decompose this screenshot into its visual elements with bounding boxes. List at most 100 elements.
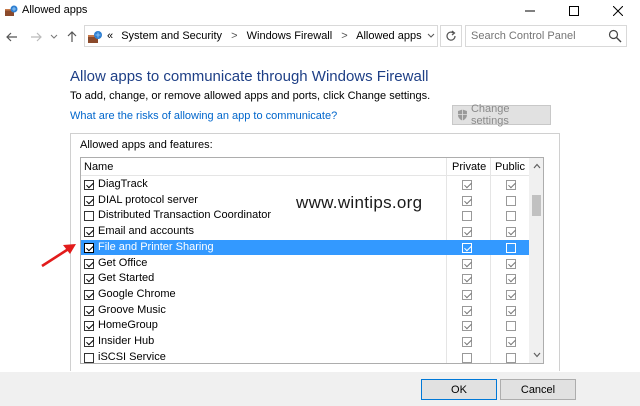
table-row[interactable]: Email and accounts (81, 224, 529, 240)
page-description: To add, change, or remove allowed apps a… (70, 90, 431, 102)
search-input[interactable] (466, 26, 606, 46)
private-checkbox[interactable] (462, 211, 472, 222)
chevron-down-icon (427, 33, 435, 38)
scroll-up-button[interactable] (529, 159, 543, 173)
app-enabled-checkbox[interactable] (84, 289, 94, 300)
app-enabled-checkbox[interactable] (84, 180, 94, 190)
maximize-button[interactable] (552, 0, 596, 22)
watermark: www.wintips.org (296, 193, 423, 212)
table-row[interactable]: HomeGroup (81, 318, 529, 334)
private-checkbox[interactable] (462, 321, 472, 332)
risks-link[interactable]: What are the risks of allowing an app to… (70, 110, 337, 122)
public-checkbox[interactable] (506, 211, 516, 222)
breadcrumb-separator[interactable]: > (231, 30, 237, 42)
table-row[interactable]: Groove Music (81, 303, 529, 319)
column-header-name[interactable]: Name (84, 161, 113, 173)
app-enabled-checkbox[interactable] (84, 242, 94, 253)
app-name: HomeGroup (98, 319, 158, 332)
app-enabled-checkbox[interactable] (84, 227, 94, 238)
ok-button[interactable]: OK (421, 379, 497, 400)
minimize-button[interactable] (508, 0, 552, 22)
private-checkbox[interactable] (462, 352, 472, 363)
allowed-apps-label: Allowed apps and features: (80, 139, 213, 151)
breadcrumb-separator[interactable]: > (341, 30, 347, 42)
table-row[interactable]: DiagTrack (81, 177, 529, 193)
column-header-public[interactable]: Public (495, 161, 525, 173)
private-checkbox[interactable] (462, 227, 472, 238)
table-row[interactable]: iSCSI Service (81, 350, 529, 363)
app-enabled-checkbox[interactable] (84, 195, 94, 206)
address-history-button[interactable] (423, 25, 439, 47)
public-checkbox[interactable] (506, 289, 516, 300)
app-name: Google Chrome (98, 287, 176, 300)
breadcrumb-overflow[interactable]: « (107, 30, 113, 42)
public-checkbox[interactable] (506, 258, 516, 269)
maximize-icon (569, 6, 579, 16)
public-checkbox[interactable] (506, 195, 516, 206)
annotation-arrow-icon (41, 244, 76, 268)
private-checkbox[interactable] (462, 274, 472, 285)
up-button[interactable] (64, 29, 80, 45)
public-checkbox[interactable] (506, 180, 516, 190)
private-checkbox[interactable] (462, 305, 472, 316)
scrollbar-thumb[interactable] (532, 195, 541, 216)
forward-button[interactable] (28, 29, 44, 45)
close-button[interactable] (596, 0, 640, 22)
search-box[interactable] (465, 25, 627, 47)
private-checkbox[interactable] (462, 337, 472, 347)
table-row[interactable]: File and Printer Sharing (81, 239, 529, 256)
page-title: Allow apps to communicate through Window… (70, 68, 429, 85)
app-enabled-checkbox[interactable] (84, 337, 94, 347)
app-name: Get Started (98, 272, 155, 285)
app-name: Distributed Transaction Coordinator (98, 209, 272, 222)
refresh-button[interactable] (440, 25, 462, 47)
address-bar[interactable]: « System and Security > Windows Firewall… (84, 25, 438, 47)
public-checkbox[interactable] (506, 305, 516, 316)
chevron-down-icon (50, 34, 58, 39)
app-name: DIAL protocol server (98, 193, 198, 206)
private-checkbox[interactable] (462, 180, 472, 190)
list-header: Name Private Public (81, 158, 529, 176)
breadcrumb-allowed-apps[interactable]: Allowed apps (356, 30, 421, 42)
private-checkbox[interactable] (462, 195, 472, 206)
breadcrumb-windows-firewall[interactable]: Windows Firewall (247, 30, 333, 42)
table-row[interactable]: Google Chrome (81, 287, 529, 303)
app-name: Get Office (98, 256, 148, 269)
vertical-scrollbar[interactable] (529, 158, 543, 363)
back-button[interactable] (4, 29, 20, 45)
table-row[interactable]: Get Started (81, 271, 529, 287)
app-enabled-checkbox[interactable] (84, 211, 94, 222)
private-checkbox[interactable] (462, 258, 472, 269)
scroll-down-button[interactable] (529, 348, 543, 362)
app-name: iSCSI Service (98, 350, 166, 363)
private-checkbox[interactable] (462, 289, 472, 300)
public-checkbox[interactable] (506, 321, 516, 332)
app-name: Groove Music (98, 303, 166, 316)
public-checkbox[interactable] (506, 274, 516, 285)
public-checkbox[interactable] (506, 242, 516, 253)
column-header-private[interactable]: Private (452, 161, 486, 173)
private-checkbox[interactable] (462, 242, 472, 253)
allowed-apps-list[interactable]: Name Private Public DiagTrack DIAL protoc… (80, 157, 544, 364)
app-enabled-checkbox[interactable] (84, 258, 94, 269)
up-arrow-icon (67, 31, 77, 42)
app-enabled-checkbox[interactable] (84, 352, 94, 363)
table-row[interactable]: Insider Hub (81, 334, 529, 350)
app-enabled-checkbox[interactable] (84, 321, 94, 332)
public-checkbox[interactable] (506, 352, 516, 363)
table-row[interactable]: Get Office (81, 256, 529, 272)
app-enabled-checkbox[interactable] (84, 274, 94, 285)
window-title: Allowed apps (22, 4, 88, 16)
breadcrumb: « System and Security > Windows Firewall… (107, 30, 422, 42)
public-checkbox[interactable] (506, 227, 516, 238)
change-settings-button[interactable]: Change settings (452, 103, 551, 127)
search-icon[interactable] (608, 29, 622, 43)
app-enabled-checkbox[interactable] (84, 305, 94, 316)
chevron-down-icon (533, 352, 540, 358)
title-bar: Allowed apps (0, 0, 640, 22)
breadcrumb-system-and-security[interactable]: System and Security (121, 30, 222, 42)
public-checkbox[interactable] (506, 337, 516, 347)
minimize-icon (525, 10, 535, 12)
cancel-button[interactable]: Cancel (500, 379, 576, 400)
recent-locations-button[interactable] (46, 29, 62, 45)
